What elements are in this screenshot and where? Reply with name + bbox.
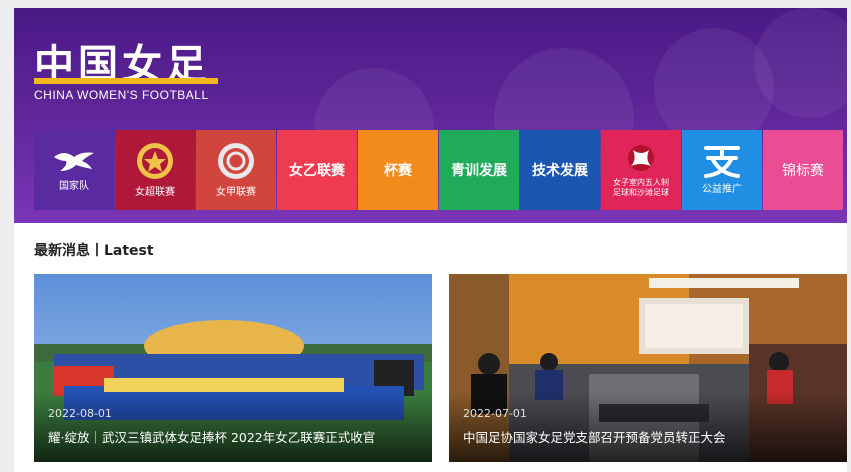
tile-label: 公益推广 [702,184,742,195]
logo-underline [34,78,218,84]
tile-charity[interactable]: 公益推广 [682,130,762,210]
tile-technical-development[interactable]: 技术发展 [520,130,600,210]
tile-championship[interactable]: 锦标赛 [763,130,843,210]
page-frame: 中国女足 CHINA WOMEN'S FOOTBALL 国家队 女超联赛 女甲联… [14,8,847,472]
tile-league-a[interactable]: 女甲联赛 [196,130,276,210]
news-card[interactable]: 2022-07-01 中国足协国家女足党支部召开预备党员转正大会 [449,274,847,462]
futsal-ball-icon [623,142,659,174]
tile-league-b[interactable]: 女乙联赛 [277,130,357,210]
header-banner: 中国女足 CHINA WOMEN'S FOOTBALL 国家队 女超联赛 女甲联… [14,8,847,223]
tile-label: 青训发展 [451,163,507,179]
tile-label: 国家队 [59,181,89,192]
league-a-badge-icon [216,141,256,181]
news-title[interactable]: 中国足协国家女足党支部召开预备党员转正大会 [463,427,837,446]
tile-label: 女乙联赛 [289,163,345,179]
tile-label: 女甲联赛 [216,187,256,198]
news-title[interactable]: 耀·绽放｜武汉三镇武体女足捧杯 2022年女乙联赛正式收官 [48,427,422,446]
tile-label-line1: 女子室内五人制 [613,178,669,187]
tile-youth-development[interactable]: 青训发展 [439,130,519,210]
tile-label: 锦标赛 [782,163,824,179]
tile-national-team[interactable]: 国家队 [34,130,114,210]
news-date: 2022-07-01 [463,407,527,420]
tile-label: 技术发展 [532,163,588,179]
charity-character-icon [700,144,744,178]
news-card[interactable]: 2022-08-01 耀·绽放｜武汉三镇武体女足捧杯 2022年女乙联赛正式收官 [34,274,432,462]
news-date: 2022-08-01 [48,407,112,420]
tile-futsal-beach[interactable]: 女子室内五人制 足球和沙滩足球 [601,130,681,210]
tile-label: 杯赛 [384,163,412,179]
tile-label: 女超联赛 [135,187,175,198]
phoenix-icon [52,147,96,175]
tile-label-line2: 足球和沙滩足球 [613,188,669,197]
tile-cup[interactable]: 杯赛 [358,130,438,210]
super-league-badge-icon [135,141,175,181]
category-tiles: 国家队 女超联赛 女甲联赛 女乙联赛 杯赛 青训发展 技术发展 女子室内五人制 … [34,130,844,210]
logo-subtitle: CHINA WOMEN'S FOOTBALL [34,88,209,102]
latest-heading: 最新消息丨Latest [34,243,154,259]
tile-super-league[interactable]: 女超联赛 [115,130,195,210]
